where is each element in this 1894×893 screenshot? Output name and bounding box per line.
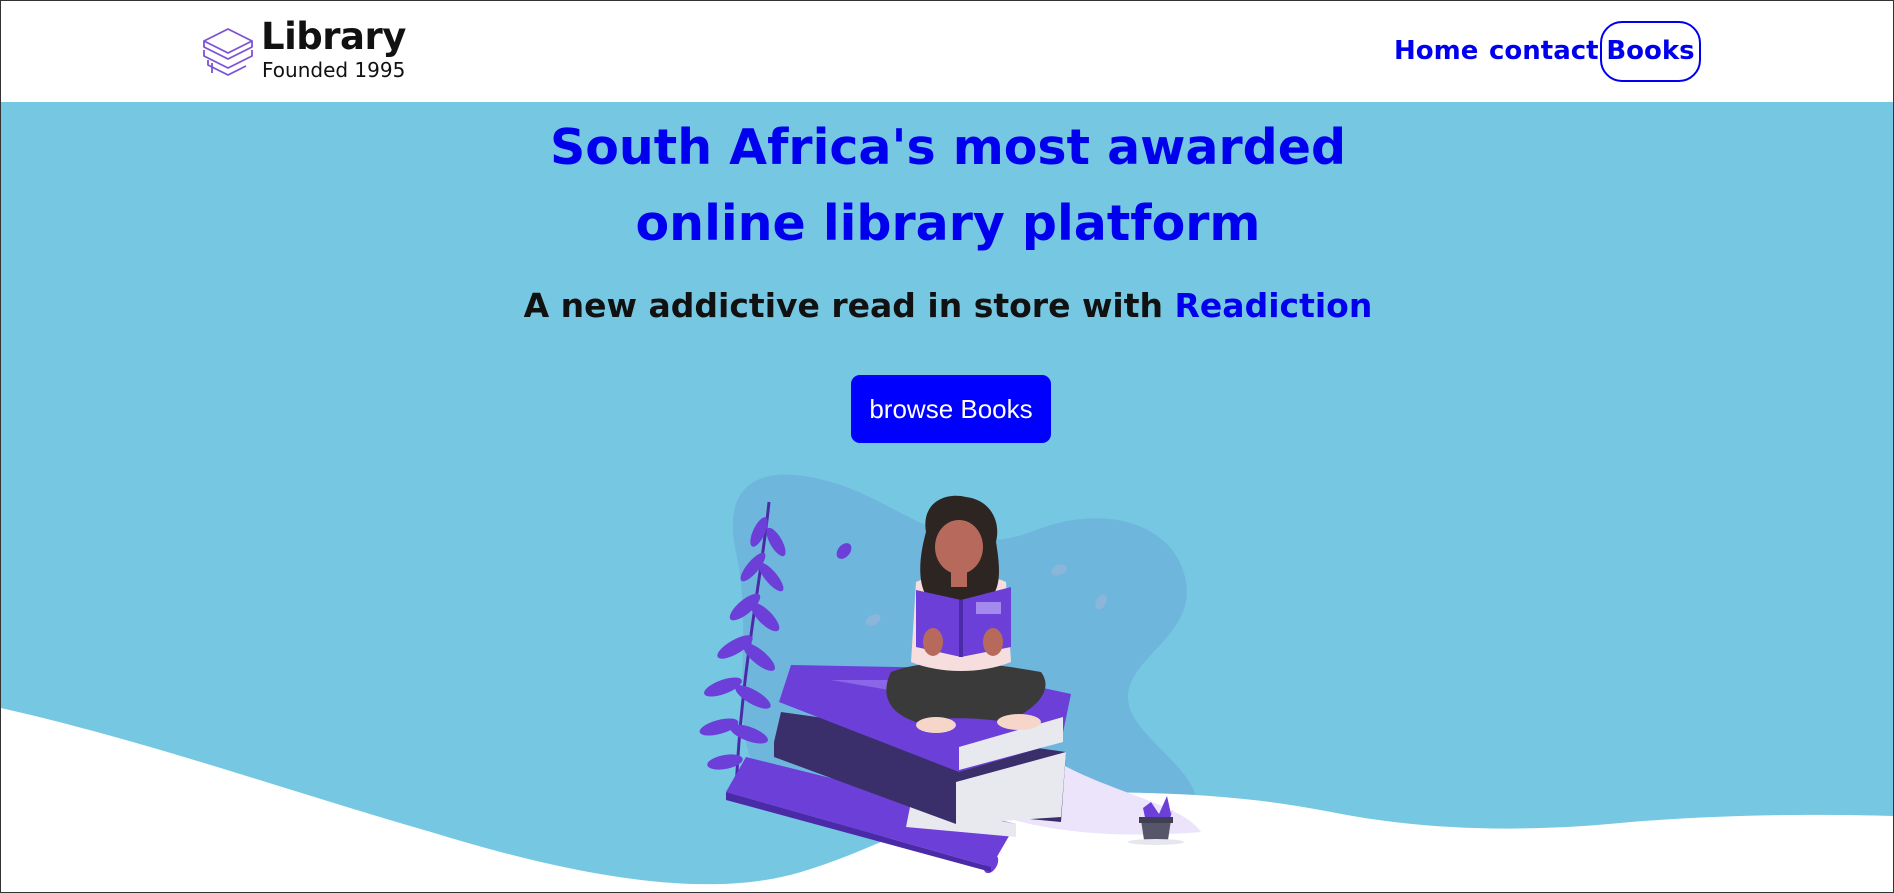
site-logo[interactable]: Library Founded 1995: [200, 15, 420, 82]
hero-section: South Africa's most awarded online libra…: [1, 102, 1893, 892]
page: Library Founded 1995 Home contact Books: [0, 0, 1894, 893]
logo-title: Library: [261, 15, 406, 58]
logo-subtitle: Founded 1995: [262, 58, 406, 82]
nav-contact-link[interactable]: contact: [1489, 21, 1599, 82]
nav-books-button[interactable]: Books: [1600, 21, 1701, 82]
tagline-brand: Readiction: [1174, 286, 1373, 325]
site-header: Library Founded 1995 Home contact Books: [1, 1, 1893, 102]
browse-books-button[interactable]: browse Books: [851, 375, 1051, 443]
hero-headline-line2: online library platform: [635, 195, 1261, 252]
hero-headline-line1: South Africa's most awarded: [549, 119, 1347, 176]
stacked-books-icon: [200, 23, 254, 77]
hero-tagline: A new addictive read in store with Readi…: [1, 286, 1893, 325]
hero-headline: South Africa's most awarded online libra…: [1, 110, 1893, 262]
nav-home-link[interactable]: Home: [1394, 21, 1478, 82]
tagline-text: A new addictive read in store with: [523, 286, 1175, 325]
